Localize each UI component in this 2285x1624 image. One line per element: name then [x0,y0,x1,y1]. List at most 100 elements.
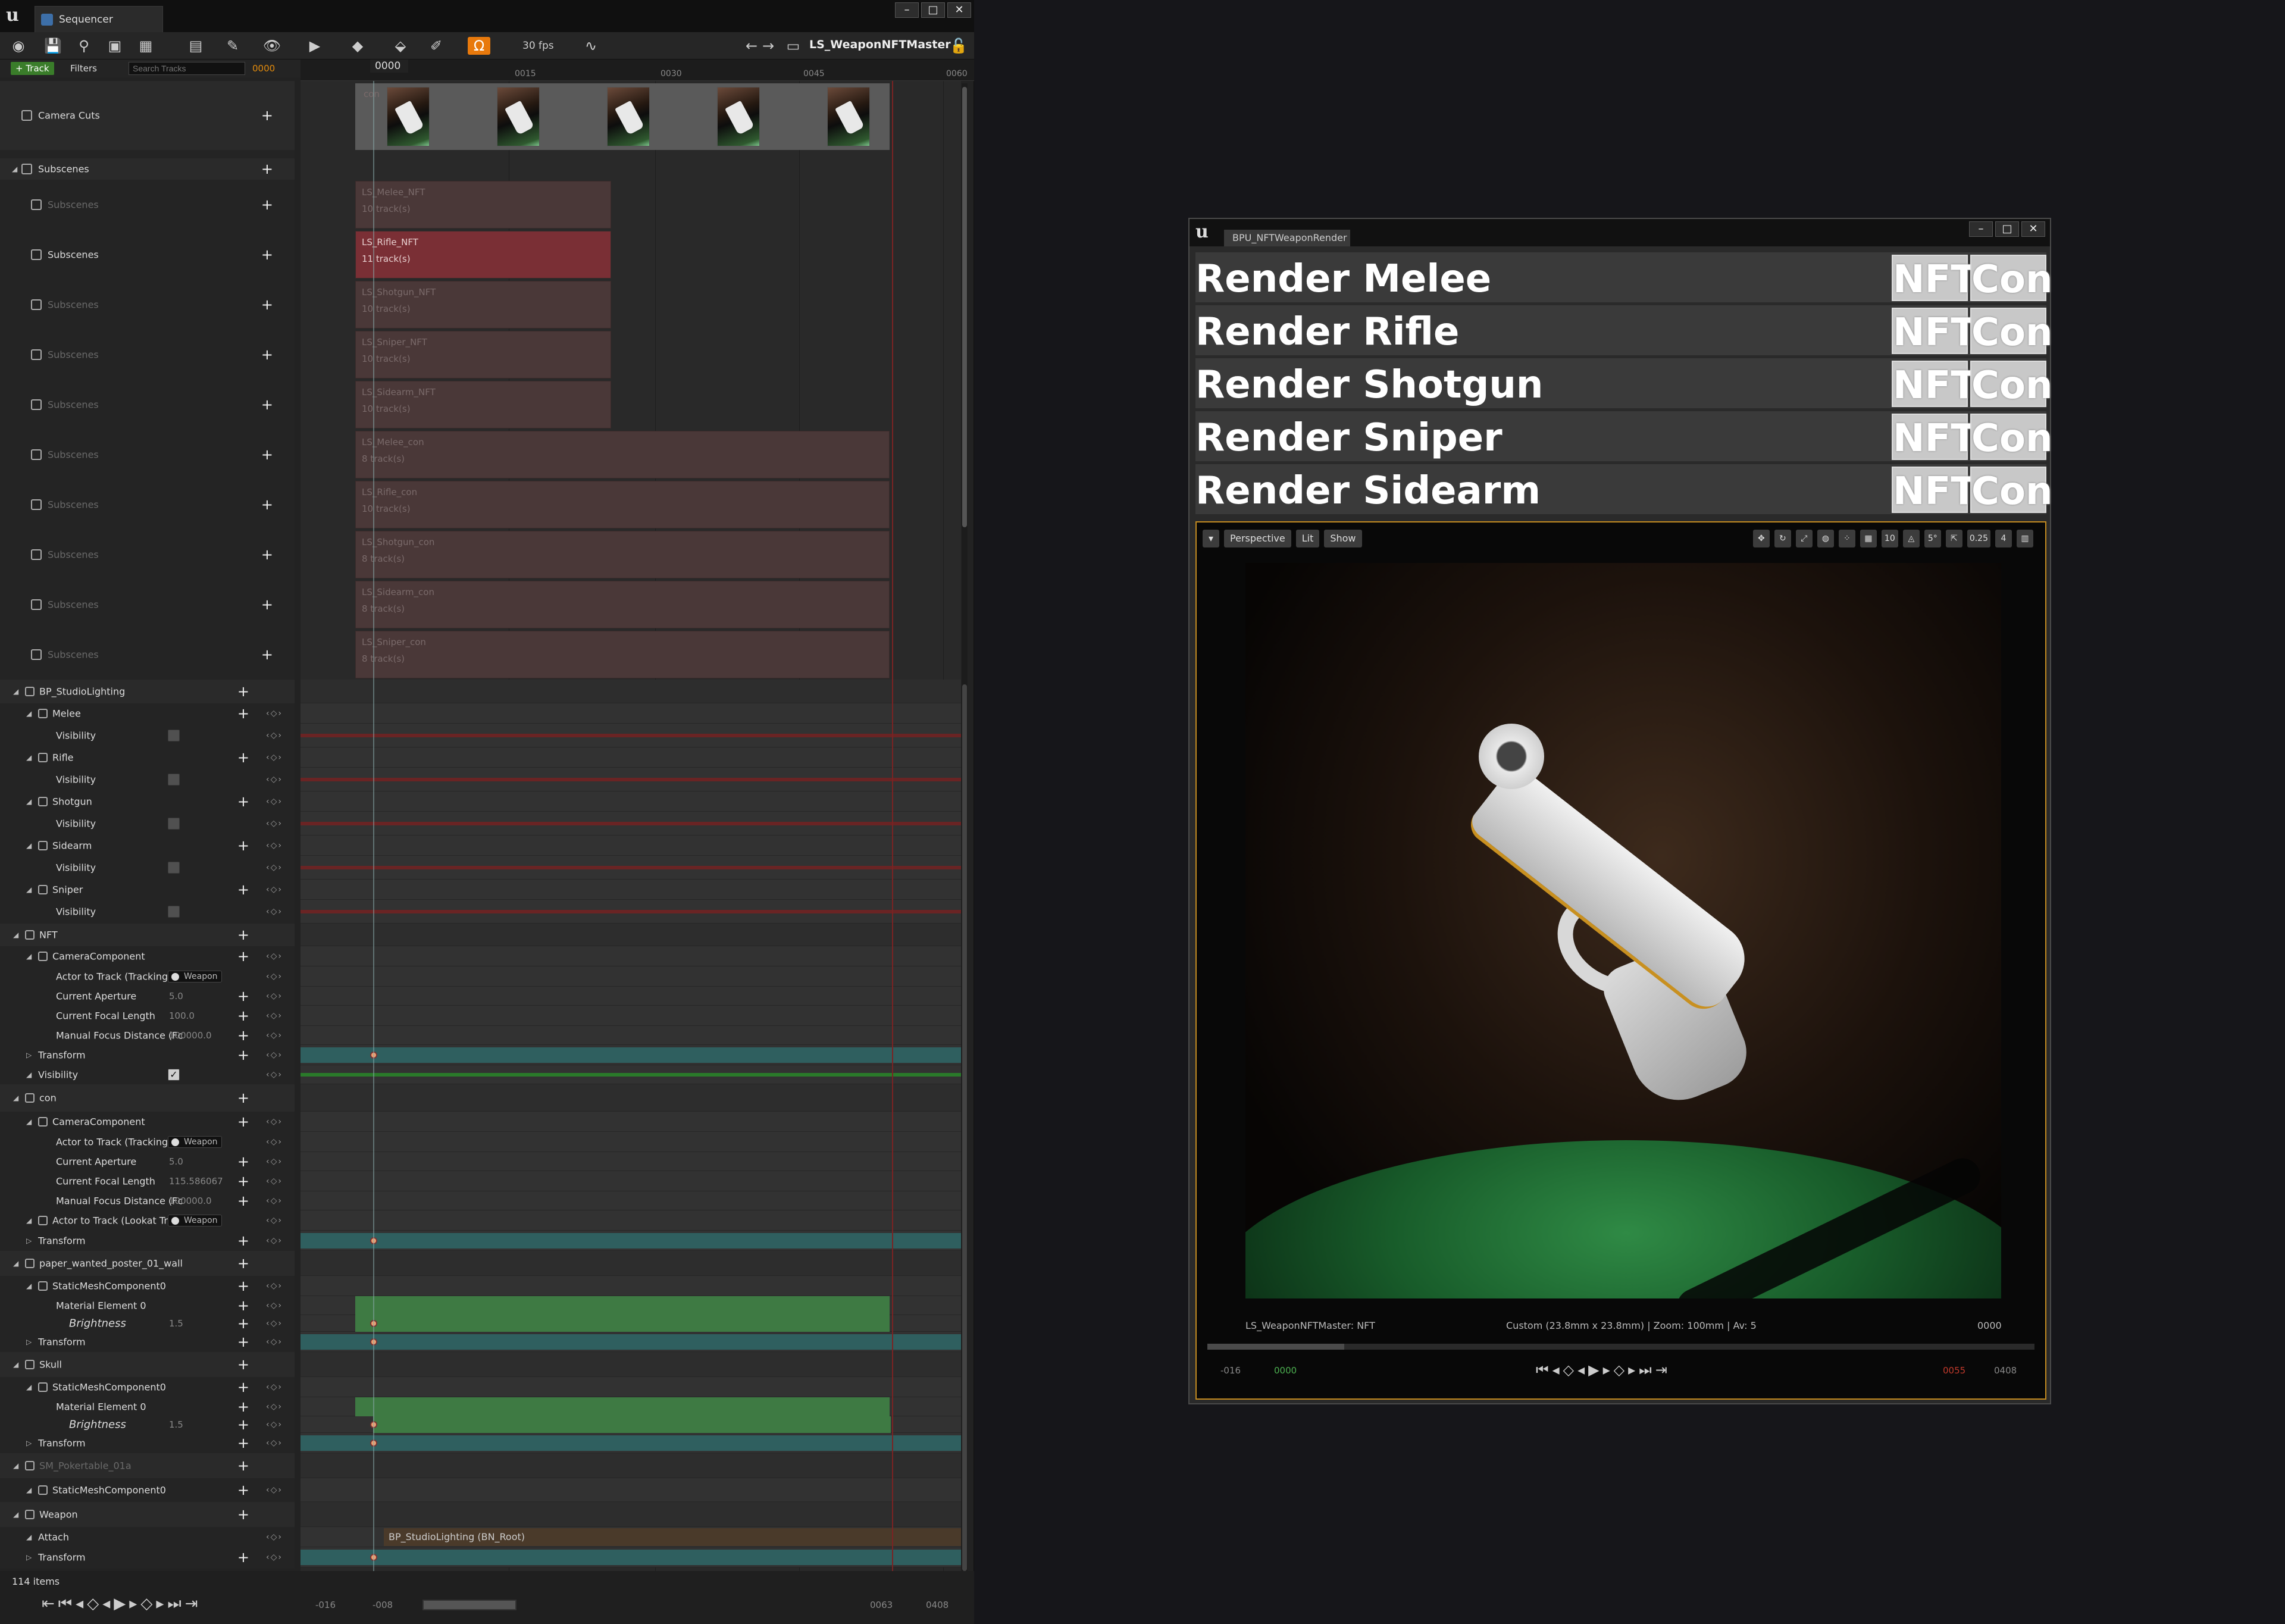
expand-arrow-icon[interactable]: ◢ [26,753,32,762]
expand-arrow-icon[interactable]: ◢ [13,1259,18,1268]
horizontal-scrollbar[interactable] [422,1600,517,1610]
subscene-section[interactable]: LS_Rifle_con 10 track(s) [355,481,890,528]
add-button[interactable]: + [261,596,273,613]
expand-arrow-icon[interactable]: ◢ [26,841,32,850]
keyframe-nav[interactable]: ‹◇› [266,1236,283,1246]
save-icon[interactable]: 💾 [43,37,63,55]
keyframe-nav[interactable]: ‹◇› [266,972,283,981]
expand-arrow-icon[interactable]: ▷ [26,1439,32,1447]
keyframe-nav[interactable]: ‹◇› [266,1281,283,1291]
keyframe-nav[interactable]: ‹◇› [266,1382,283,1392]
track-row[interactable]: Subscenes + [0,530,295,580]
render-nft-button[interactable]: NFT [1892,255,1977,302]
property-row[interactable]: ◢ Melee + ‹◇› [0,703,295,724]
add-key-button[interactable]: + [237,705,249,722]
property-row[interactable]: Brightness 1.5 + ‹◇› [0,1315,295,1332]
keyframe-nav[interactable]: ‹◇› [266,1196,283,1206]
sequencer-tab[interactable]: Sequencer [35,6,163,32]
maximize-button[interactable]: □ [1995,221,2019,237]
playback-end-marker[interactable] [892,81,893,1587]
render-con-button[interactable]: Con [1970,255,2053,302]
render-movie-icon[interactable]: ▣ [105,37,125,55]
grid-snap-value[interactable]: 10 [1881,530,1898,547]
viewport[interactable]: ▾ Perspective Lit Show ✥ ↻ ⤢ ◍ ⁘ ▦ 10 ◬ … [1195,521,2046,1400]
render-con-button[interactable]: Con [1970,308,2053,355]
add-key-button[interactable]: + [237,683,249,700]
translate-icon[interactable]: ✥ [1752,530,1770,547]
add-button[interactable]: + [261,346,273,363]
minimize-button[interactable]: – [1969,221,1993,237]
expand-arrow-icon[interactable]: ◢ [26,1383,32,1391]
vertical-scrollbar[interactable] [962,83,968,1571]
add-key-button[interactable]: + [237,793,249,810]
property-value-field[interactable]: 100.0 [169,1010,195,1021]
tools-icon[interactable]: ✎ [223,37,243,55]
curve-editor-icon[interactable]: ∿ [581,37,601,55]
expand-arrow-icon[interactable]: ▷ [26,1553,32,1562]
expand-arrow-icon[interactable]: ◢ [26,1486,32,1494]
time-ruler[interactable]: 0000 0015 0030 0045 0060 [301,60,974,81]
scale-snap-value[interactable]: 0.25 [1967,530,1990,547]
keyframe-nav[interactable]: ‹◇› [266,1301,283,1310]
close-button[interactable]: ✕ [2021,221,2045,237]
expand-arrow-icon[interactable]: ◢ [26,797,32,806]
magnet-snap-icon[interactable]: Ω [468,37,490,55]
keyframe-nav[interactable]: ‹◇› [266,1216,283,1225]
property-row[interactable]: ◢ StaticMeshComponent0 + ‹◇› [0,1276,295,1296]
rotate-icon[interactable]: ↻ [1774,530,1791,547]
property-row[interactable]: Actor to Track (Tracking Fc Weapon ‹◇› [0,966,295,987]
add-key-button[interactable]: + [237,927,249,943]
visibility-checkbox[interactable] [168,818,180,830]
key-icon[interactable]: ◆ [348,37,368,55]
keyframe-nav[interactable]: ‹◇› [266,1553,283,1562]
expand-arrow-icon[interactable]: ◢ [13,1360,18,1369]
add-button[interactable]: + [261,546,273,563]
expand-arrow-icon[interactable]: ◢ [13,1094,18,1102]
property-row[interactable]: Material Element 0 + ‹◇› [0,1296,295,1315]
forward-icon[interactable]: → [758,37,778,55]
property-row[interactable]: ◢ BP_StudioLighting + [0,680,295,703]
keyframe-nav[interactable]: ‹◇› [266,1137,283,1147]
viewport-transport-controls[interactable]: ⏮◂◇◂▶▸◇▸⏭⇥ [1536,1362,1671,1378]
keyframe-nav[interactable]: ‹◇› [266,1117,283,1127]
expand-arrow-icon[interactable]: ◢ [13,1462,18,1470]
keyframe-nav[interactable]: ‹◇› [266,1050,283,1060]
render-window-tab[interactable]: BPU_NFTWeaponRender [1224,230,1350,246]
subscene-section[interactable]: LS_Sidearm_con 8 track(s) [355,581,890,628]
rotation-snap-icon[interactable]: ◬ [1902,530,1920,547]
property-value-field[interactable]: 5.0 [169,1156,183,1167]
add-button[interactable]: + [261,446,273,463]
add-key-button[interactable]: + [237,988,249,1005]
property-row[interactable]: Visibility ‹◇› [0,768,295,791]
visibility-checkbox[interactable] [168,774,180,786]
timeline-area[interactable]: con LS_Melee_NFT 10 track(s) LS_Rifle_NFT 11… [301,81,961,1587]
property-row[interactable]: ▷ Transform + ‹◇› [0,1332,295,1352]
attach-section[interactable]: BP_StudioLighting (BN_Root) [384,1528,961,1546]
keyframe-nav[interactable]: ‹◇› [266,907,283,916]
layout-icon[interactable]: ▥ [2017,530,2033,547]
add-key-button[interactable]: + [237,1457,249,1474]
viewport-range-start-outer[interactable]: -016 [1220,1365,1241,1376]
property-row[interactable]: Manual Focus Distance (Fc 100000.0 + ‹◇› [0,1026,295,1045]
transform-section[interactable] [301,1334,961,1350]
expand-arrow-icon[interactable]: ◢ [13,687,18,696]
subscene-section[interactable]: LS_Sidearm_NFT 10 track(s) [355,381,611,428]
expand-arrow-icon[interactable]: ▷ [26,1338,32,1346]
property-row[interactable]: Material Element 0 + ‹◇› [0,1397,295,1416]
property-row[interactable]: ◢ Sniper + ‹◇› [0,880,295,900]
grid-icon[interactable]: ▦ [1860,530,1877,547]
transform-section[interactable] [301,1233,961,1248]
property-row[interactable]: ◢ con + [0,1084,295,1112]
add-key-button[interactable]: + [237,1379,249,1395]
property-row[interactable]: Actor to Track (Tracking Fc Weapon ‹◇› [0,1132,295,1152]
add-key-button[interactable]: + [237,1356,249,1373]
add-key-button[interactable]: + [237,837,249,854]
scrollbar-thumb[interactable] [962,684,967,1571]
perspective-button[interactable]: Perspective [1224,530,1291,547]
visibility-checkbox[interactable]: ✓ [168,1069,180,1081]
keyframe-nav[interactable]: ‹◇› [266,991,283,1001]
property-row[interactable]: ◢ Weapon + [0,1502,295,1527]
add-button[interactable]: + [261,396,273,413]
expand-arrow-icon[interactable]: ◢ [26,952,32,960]
render-nft-button[interactable]: NFT [1892,308,1977,355]
